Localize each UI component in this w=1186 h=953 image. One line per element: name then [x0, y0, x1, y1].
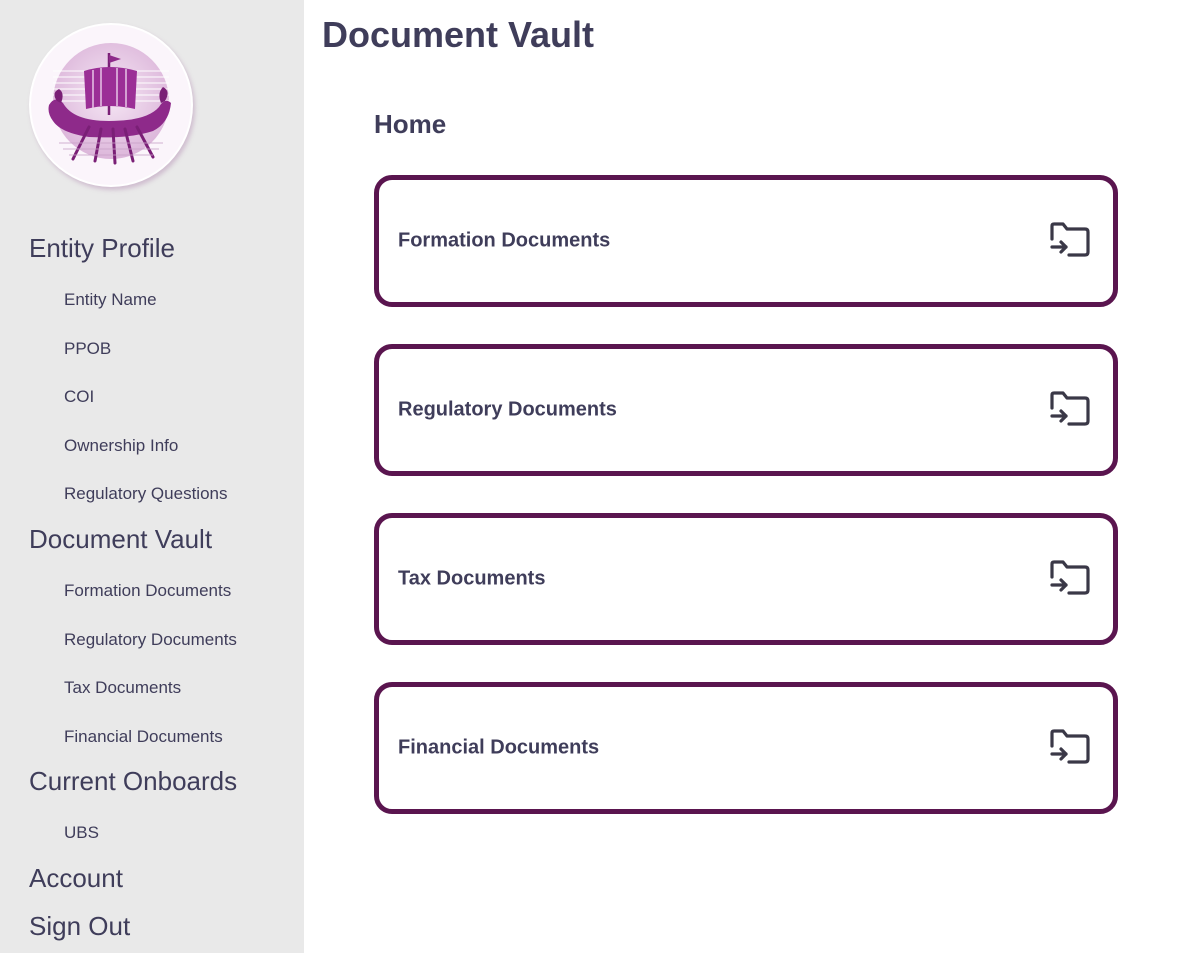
sidebar-item-coi[interactable]: COI [64, 387, 94, 407]
folder-open-icon[interactable] [1049, 729, 1091, 767]
card-label: Regulatory Documents [398, 398, 617, 421]
sidebar-item-ownership-info[interactable]: Ownership Info [64, 436, 178, 456]
sidebar-item-financial-documents[interactable]: Financial Documents [64, 727, 223, 747]
breadcrumb: Home [374, 109, 447, 139]
sidebar-item-tax-documents[interactable]: Tax Documents [64, 678, 181, 698]
sidebar-item-sign-out[interactable]: Sign Out [29, 911, 130, 942]
folder-open-icon[interactable] [1049, 391, 1091, 429]
formation-documents-card[interactable]: Formation Documents [374, 175, 1118, 307]
sidebar-item-regulatory-questions[interactable]: Regulatory Questions [64, 484, 227, 504]
financial-documents-card[interactable]: Financial Documents [374, 682, 1118, 814]
sidebar-item-account[interactable]: Account [29, 863, 123, 894]
sidebar: Entity Profile Entity Name PPOB COI Owne… [0, 0, 304, 953]
sidebar-section-document-vault[interactable]: Document Vault [29, 524, 212, 555]
sidebar-item-regulatory-documents[interactable]: Regulatory Documents [64, 630, 237, 650]
folder-open-icon[interactable] [1049, 222, 1091, 260]
page-title: Document Vault [322, 14, 595, 55]
card-label: Formation Documents [398, 229, 611, 252]
sidebar-item-ubs[interactable]: UBS [64, 823, 99, 843]
card-label: Tax Documents [398, 567, 546, 590]
viking-ship-logo-icon[interactable] [29, 23, 193, 187]
sidebar-item-ppob[interactable]: PPOB [64, 339, 111, 359]
regulatory-documents-card[interactable]: Regulatory Documents [374, 344, 1118, 476]
tax-documents-card[interactable]: Tax Documents [374, 513, 1118, 645]
sidebar-section-entity-profile[interactable]: Entity Profile [29, 233, 175, 264]
card-label: Financial Documents [398, 736, 600, 759]
sidebar-section-current-onboards[interactable]: Current Onboards [29, 766, 237, 797]
sidebar-item-entity-name[interactable]: Entity Name [64, 290, 157, 310]
folder-open-icon[interactable] [1049, 560, 1091, 598]
sidebar-item-formation-documents[interactable]: Formation Documents [64, 581, 231, 601]
